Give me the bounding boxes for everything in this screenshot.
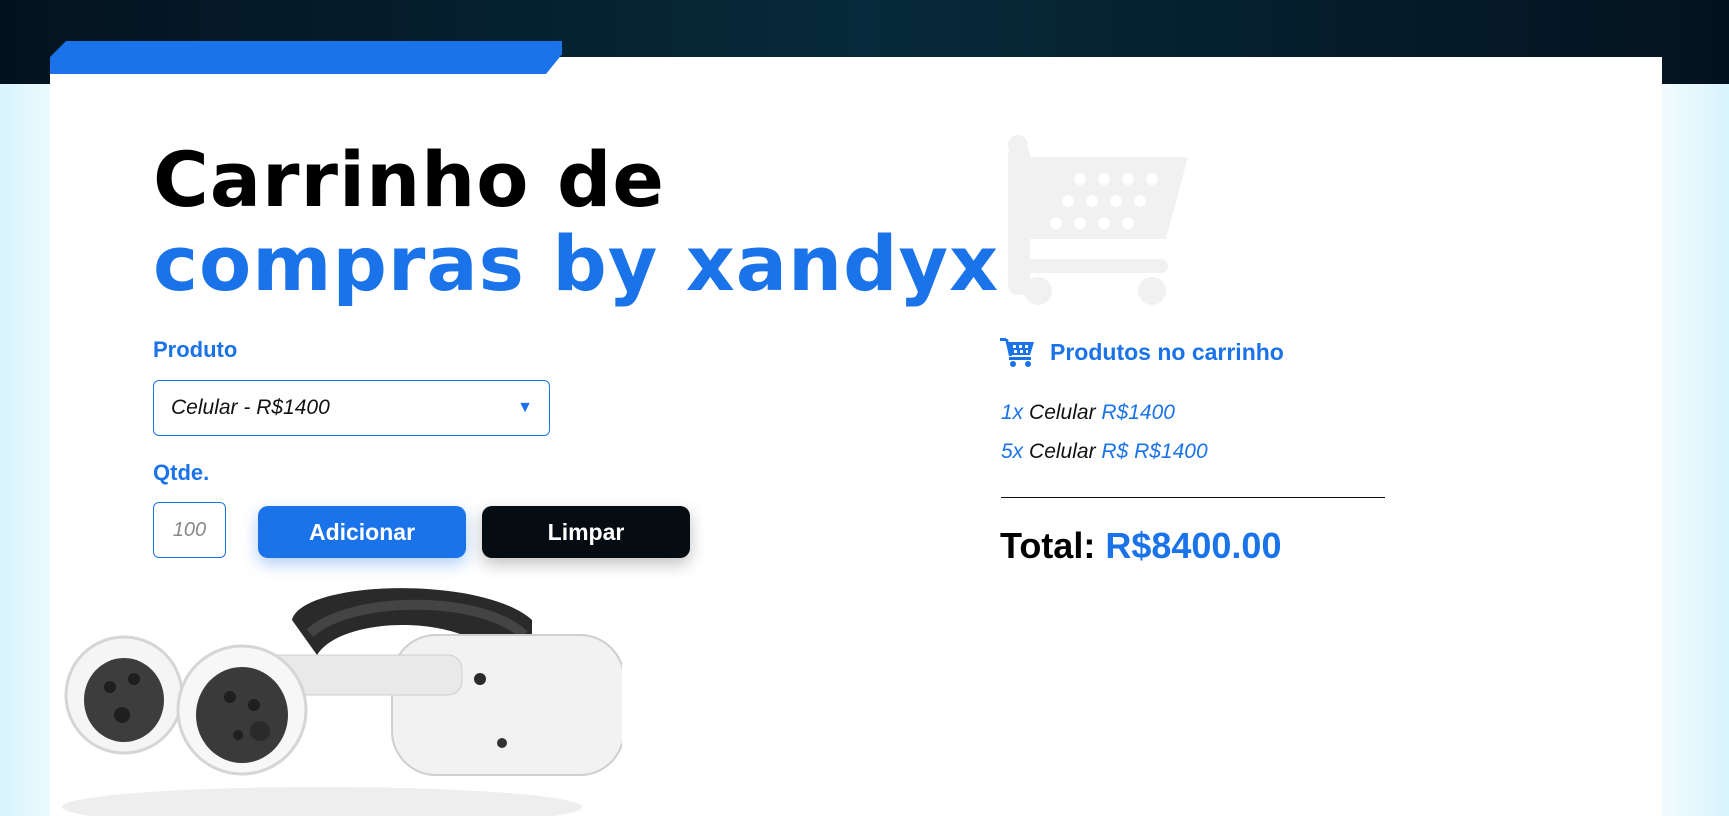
cart-item-price: R$ R$1400 — [1101, 440, 1208, 463]
cart-heading: Produtos no carrinho — [1000, 336, 1284, 368]
shopping-cart-icon — [1000, 338, 1034, 367]
cart-items-list: 1x Celular R$1400 5x Celular R$ R$1400 — [1001, 399, 1208, 477]
card-accent-tab — [50, 41, 562, 74]
shopping-cart-icon — [1008, 135, 1188, 305]
cart-total: Total: R$8400.00 — [1000, 525, 1281, 567]
clear-button[interactable]: Limpar — [482, 506, 690, 558]
cart-item-qty: 1x — [1001, 401, 1024, 424]
product-label: Produto — [153, 337, 238, 362]
add-button[interactable]: Adicionar — [258, 506, 466, 558]
page-title: Carrinho de compras by xandyx — [153, 138, 999, 306]
cart-heading-label: Produtos no carrinho — [1050, 338, 1284, 365]
product-select-value: Celular - R$1400 — [171, 396, 330, 419]
cart-item-name: Celular — [1029, 401, 1096, 424]
cart-item-name: Celular — [1029, 440, 1096, 463]
page-title-line2: compras by xandyx — [153, 219, 1000, 308]
list-item: 1x Celular R$1400 — [1001, 399, 1208, 438]
quantity-label: Qtde. — [153, 460, 210, 485]
caret-down-icon: ▼ — [517, 399, 533, 416]
cart-divider — [1001, 497, 1385, 498]
vr-headset-image — [62, 588, 622, 816]
cart-item-price: R$1400 — [1101, 401, 1175, 424]
quantity-input[interactable] — [153, 502, 226, 558]
total-label: Total: — [1000, 525, 1096, 566]
page-title-line1: Carrinho de — [153, 135, 665, 224]
total-value: R$8400.00 — [1105, 525, 1282, 566]
product-select[interactable]: Celular - R$1400 ▼ — [153, 380, 550, 436]
list-item: 5x Celular R$ R$1400 — [1001, 438, 1208, 477]
cart-item-qty: 5x — [1001, 440, 1024, 463]
